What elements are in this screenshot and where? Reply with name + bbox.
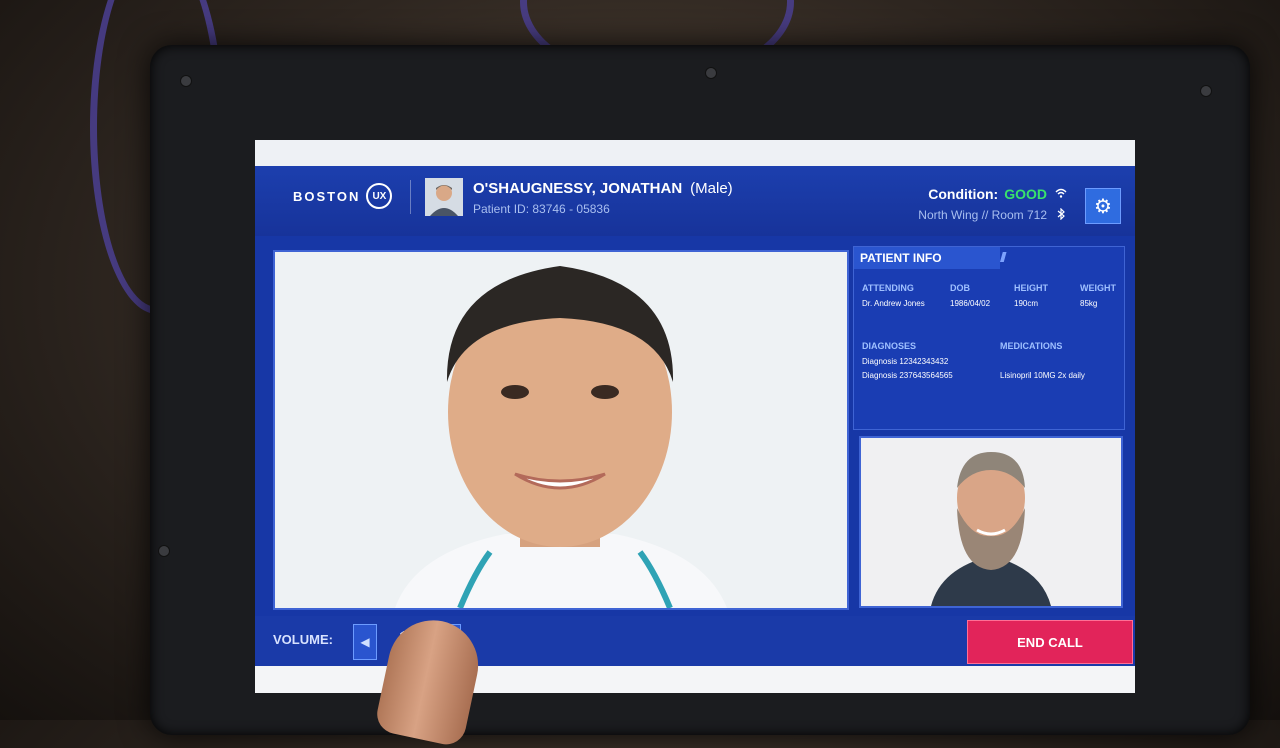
screen-top-strip xyxy=(255,140,1135,166)
patient-sex: (Male) xyxy=(690,180,733,197)
dob-label: DOB xyxy=(950,283,970,293)
remote-video-feed xyxy=(273,250,849,610)
patient-name-line: O'SHAUGNESSY, JONATHAN (Male) xyxy=(473,180,733,197)
patient-video-image xyxy=(861,438,1121,606)
doctor-video-image xyxy=(275,252,847,608)
height-value: 190cm xyxy=(1014,299,1039,308)
weight-value: 85kg xyxy=(1080,299,1098,308)
boston-ux-logo: BOSTON UX xyxy=(293,183,393,209)
condition-label: Condition: xyxy=(928,186,999,202)
weight-label: WEIGHT xyxy=(1080,283,1116,293)
patient-name: O'SHAUGNESSY, JONATHAN xyxy=(473,180,683,197)
attending-value: Dr. Andrew Jones xyxy=(862,299,925,308)
diagnosis-item: Diagnosis 237643564565 xyxy=(862,371,953,380)
dob-value: 1986/04/02 xyxy=(950,299,991,308)
diagnoses-label: DIAGNOSES xyxy=(862,341,917,351)
condition-status: Condition: GOOD xyxy=(928,186,1047,202)
bezel-screw xyxy=(180,75,192,87)
call-area: PATIENT INFO //// ATTENDING Dr. Andrew J… xyxy=(255,236,1135,616)
bluetooth-icon xyxy=(1057,207,1065,223)
logo-text: BOSTON xyxy=(293,188,361,204)
medication-item: Lisinopril 10MG 2x daily xyxy=(1000,371,1085,380)
header-bar: BOSTON UX O'SHAUGNESSY, JONATHAN (Male) P… xyxy=(255,166,1135,236)
height-label: HEIGHT xyxy=(1014,283,1049,293)
title-stripes: //// xyxy=(1000,249,1006,265)
condition-value: GOOD xyxy=(1004,186,1047,202)
bezel-screw xyxy=(705,67,717,79)
patient-info-panel: PATIENT INFO //// ATTENDING Dr. Andrew J… xyxy=(853,246,1125,430)
gear-icon: ⚙ xyxy=(1094,195,1112,218)
patient-avatar xyxy=(425,178,463,216)
end-call-button[interactable]: END CALL xyxy=(967,620,1133,664)
volume-down-icon: ◀ xyxy=(360,635,370,649)
volume-down-button[interactable]: ◀ xyxy=(353,624,377,660)
control-bar: VOLUME: ◀ 1 ▶ END CALL xyxy=(255,616,1135,666)
volume-label: VOLUME: xyxy=(273,632,333,647)
medications-label: MEDICATIONS xyxy=(1000,341,1063,351)
patient-info-title: PATIENT INFO xyxy=(854,247,1000,269)
bezel-screw xyxy=(1200,85,1212,97)
room-location: North Wing // Room 712 xyxy=(918,208,1047,222)
wifi-icon xyxy=(1055,188,1067,201)
diagnosis-item: Diagnosis 12342343432 xyxy=(862,357,949,366)
patient-id: Patient ID: 83746 - 05836 xyxy=(473,202,610,216)
app-screen: BOSTON UX O'SHAUGNESSY, JONATHAN (Male) P… xyxy=(255,140,1135,693)
patient-self-view xyxy=(859,436,1123,608)
bezel-screw xyxy=(158,545,170,557)
attending-label: ATTENDING xyxy=(862,283,914,293)
logo-mark: UX xyxy=(366,183,393,209)
header-divider xyxy=(410,180,411,214)
settings-gear-button[interactable]: ⚙ xyxy=(1085,188,1121,224)
